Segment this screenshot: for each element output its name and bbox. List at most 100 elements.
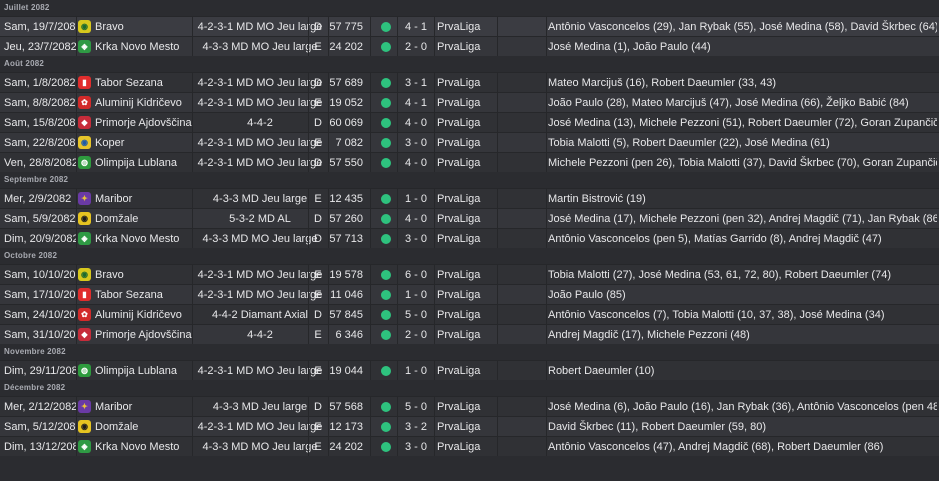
attendance: 12 435 [329, 193, 363, 205]
score-link[interactable]: 4 - 1 [400, 17, 432, 37]
fixture-row[interactable]: Dim, 13/12/2082◈ Krka Novo Mesto 4-3-3 MD … [0, 436, 939, 456]
fixture-row[interactable]: Sam, 8/8/2082 ✿ Aluminij Kidričevo 4-2-3-1 … [0, 92, 939, 112]
column-divider [192, 93, 193, 112]
column-divider [308, 93, 309, 112]
opponent-link[interactable]: Koper [95, 133, 195, 153]
competition-link[interactable]: PrvaLiga [437, 113, 497, 133]
fixture-row[interactable]: Sam, 31/10/2082◆ Primorje Ajdovščina 4-4-2… [0, 324, 939, 344]
competition-link[interactable]: PrvaLiga [437, 73, 497, 93]
column-divider [308, 305, 309, 324]
score-link[interactable]: 2 - 0 [400, 37, 432, 57]
competition-link[interactable]: PrvaLiga [437, 325, 497, 345]
fixture-row[interactable]: Sam, 17/10/2082▮ Tabor Sezana4-2-3-1 MD M… [0, 284, 939, 304]
fixture-row[interactable]: Mer, 2/9/2082 ✦ Maribor 4-3-3 MD Jeu large E… [0, 188, 939, 208]
score-link[interactable]: 3 - 0 [400, 133, 432, 153]
column-divider [434, 73, 435, 92]
score-link[interactable]: 1 - 0 [400, 189, 432, 209]
opponent-link[interactable]: Olimpija Lublana [95, 153, 195, 173]
fixture-row[interactable]: Jeu, 23/7/2082 ◈ Krka Novo Mesto 4-3-3 MD M… [0, 36, 939, 56]
fixture-row[interactable]: Dim, 29/11/2082 ◍ Olimpija Lublana 4-2-3-1 … [0, 360, 939, 380]
score-link[interactable]: 2 - 0 [400, 325, 432, 345]
month-header: Septembre 2082 [0, 172, 939, 188]
opponent-link[interactable]: Primorje Ajdovščina [95, 113, 195, 133]
attendance: 57 775 [329, 21, 363, 33]
score-link[interactable]: 1 - 0 [400, 285, 432, 305]
column-divider [497, 189, 498, 208]
score-link[interactable]: 3 - 1 [400, 73, 432, 93]
opponent-link[interactable]: Maribor [95, 189, 195, 209]
score-link[interactable]: 1 - 0 [400, 361, 432, 381]
score-link[interactable]: 3 - 2 [400, 417, 432, 437]
column-divider [497, 325, 498, 344]
fixture-row[interactable]: Sam, 5/9/2082 ◉ Domžale 5-3-2 MD AL D 57 260 4… [0, 208, 939, 228]
opponent-link[interactable]: Domžale [95, 209, 195, 229]
fixture-row[interactable]: Sam, 24/10/20...✿ Aluminij Kidričevo 4-4-2… [0, 304, 939, 324]
opponent-link[interactable]: Domžale [95, 417, 195, 437]
score-link[interactable]: 4 - 0 [400, 153, 432, 173]
score-link[interactable]: 4 - 0 [400, 209, 432, 229]
competition-link[interactable]: PrvaLiga [437, 189, 497, 209]
column-divider [434, 361, 435, 380]
opponent-link[interactable]: Tabor Sezana [95, 285, 195, 305]
competition-link[interactable]: PrvaLiga [437, 361, 497, 381]
fixture-row[interactable]: Ven, 28/8/2082 ◍ Olimpija Lublana 4-2-3-1 M… [0, 152, 939, 172]
fixture-row[interactable]: Mer, 2/12/2082 ✦ Maribor 4-3-3 MD Jeu large… [0, 396, 939, 416]
fixture-row[interactable]: Sam, 10/10/2082◉ Bravo4-2-3-1 MD MO Jeu l… [0, 264, 939, 284]
score-link[interactable]: 5 - 0 [400, 397, 432, 417]
competition-link[interactable]: PrvaLiga [437, 133, 497, 153]
month-header: Octobre 2082 [0, 248, 939, 264]
opponent-link[interactable]: Krka Novo Mesto [95, 37, 195, 57]
column-divider [546, 417, 547, 436]
opponent-link[interactable]: Bravo [95, 17, 195, 37]
column-divider [308, 325, 309, 344]
column-divider [192, 325, 193, 344]
fixture-row[interactable]: Sam, 15/8/2082 ◆ Primorje Ajdovščina 4-4-2 D… [0, 112, 939, 132]
opponent-link[interactable]: Olimpija Lublana [95, 361, 195, 381]
fixture-row[interactable]: Sam, 5/12/2082 ◉ Domžale 4-2-3-1 MD MO Jeu … [0, 416, 939, 436]
tactic: 5-3-2 MD AL [229, 213, 291, 225]
competition-link[interactable]: PrvaLiga [437, 437, 497, 457]
column-divider [434, 133, 435, 152]
competition-link[interactable]: PrvaLiga [437, 17, 497, 37]
opponent-link[interactable]: Tabor Sezana [95, 73, 195, 93]
column-divider [192, 397, 193, 416]
column-divider [397, 133, 398, 152]
competition-link[interactable]: PrvaLiga [437, 285, 497, 305]
venue: E [314, 41, 322, 53]
competition-link[interactable]: PrvaLiga [437, 397, 497, 417]
competition-link[interactable]: PrvaLiga [437, 229, 497, 249]
competition-link[interactable]: PrvaLiga [437, 209, 497, 229]
column-divider [328, 153, 329, 172]
score-link[interactable]: 3 - 0 [400, 437, 432, 457]
competition-link[interactable]: PrvaLiga [437, 153, 497, 173]
score-link[interactable]: 3 - 0 [400, 229, 432, 249]
opponent-link[interactable]: Aluminij Kidričevo [95, 93, 195, 113]
fixture-row[interactable]: Dim, 20/9/2082 ◈ Krka Novo Mesto 4-3-3 MD M… [0, 228, 939, 248]
opponent-link[interactable]: Aluminij Kidričevo [95, 305, 195, 325]
tactic: 4-3-3 MD MO Jeu large [202, 441, 318, 453]
column-divider [546, 153, 547, 172]
opponent-link[interactable]: Maribor [95, 397, 195, 417]
column-divider [434, 417, 435, 436]
opponent-link[interactable]: Krka Novo Mesto [95, 437, 195, 457]
score-link[interactable]: 6 - 0 [400, 265, 432, 285]
opponent-link[interactable]: Krka Novo Mesto [95, 229, 195, 249]
fixture-row[interactable]: Sam, 19/7/2082 ◉ Bravo 4-2-3-1 MD MO Jeu la… [0, 16, 939, 36]
venue: D [314, 157, 322, 169]
venue: D [314, 77, 322, 89]
score-link[interactable]: 4 - 0 [400, 113, 432, 133]
competition-link[interactable]: PrvaLiga [437, 417, 497, 437]
opponent-link[interactable]: Primorje Ajdovščina [95, 325, 195, 345]
competition-link[interactable]: PrvaLiga [437, 305, 497, 325]
tactic: 4-2-3-1 MD MO Jeu large [197, 157, 323, 169]
score-link[interactable]: 5 - 0 [400, 305, 432, 325]
competition-link[interactable]: PrvaLiga [437, 37, 497, 57]
fixture-row[interactable]: Sam, 22/8/2082 ◉ Koper 4-2-3-1 MD MO Jeu la… [0, 132, 939, 152]
competition-link[interactable]: PrvaLiga [437, 93, 497, 113]
competition-link[interactable]: PrvaLiga [437, 265, 497, 285]
column-divider [434, 93, 435, 112]
column-divider [497, 361, 498, 380]
score-link[interactable]: 4 - 1 [400, 93, 432, 113]
fixture-row[interactable]: Sam, 1/8/2082 ▮ Tabor Sezana 4-2-3-1 MD MO … [0, 72, 939, 92]
opponent-link[interactable]: Bravo [95, 265, 195, 285]
